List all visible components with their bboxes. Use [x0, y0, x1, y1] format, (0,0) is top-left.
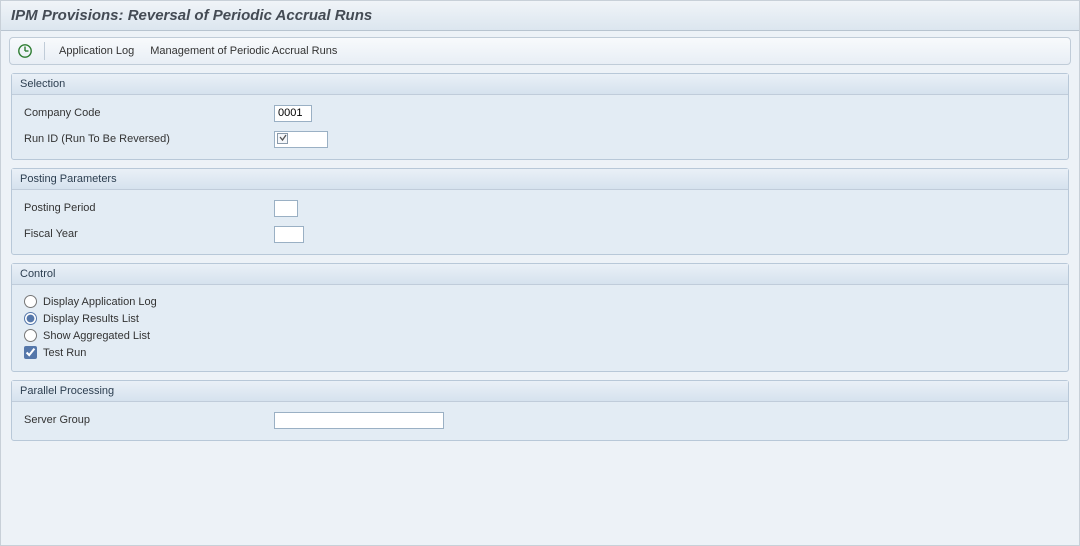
display-results-radio[interactable]: [24, 312, 37, 325]
fiscal-year-label: Fiscal Year: [24, 228, 274, 240]
server-group-input[interactable]: [274, 412, 444, 429]
fiscal-year-input[interactable]: [274, 226, 304, 243]
server-group-label: Server Group: [24, 414, 274, 426]
test-run-label[interactable]: Test Run: [43, 347, 86, 359]
company-code-input[interactable]: [274, 105, 312, 122]
value-help-icon[interactable]: [277, 133, 288, 144]
group-control: Control Display Application Log Display …: [11, 263, 1069, 372]
show-aggregated-label[interactable]: Show Aggregated List: [43, 330, 150, 342]
display-app-log-label[interactable]: Display Application Log: [43, 296, 157, 308]
show-aggregated-radio[interactable]: [24, 329, 37, 342]
display-results-label[interactable]: Display Results List: [43, 313, 139, 325]
test-run-checkbox[interactable]: [24, 346, 37, 359]
group-title-posting: Posting Parameters: [12, 169, 1068, 190]
group-selection: Selection Company Code Run ID (Run To Be…: [11, 73, 1069, 160]
content-area: Selection Company Code Run ID (Run To Be…: [1, 73, 1079, 441]
management-runs-button[interactable]: Management of Periodic Accrual Runs: [144, 43, 343, 59]
group-parallel-processing: Parallel Processing Server Group: [11, 380, 1069, 441]
group-title-parallel: Parallel Processing: [12, 381, 1068, 402]
group-posting-parameters: Posting Parameters Posting Period Fiscal…: [11, 168, 1069, 255]
execute-icon[interactable]: [16, 42, 34, 60]
application-log-button[interactable]: Application Log: [53, 43, 140, 59]
posting-period-input[interactable]: [274, 200, 298, 217]
company-code-label: Company Code: [24, 107, 274, 119]
group-title-control: Control: [12, 264, 1068, 285]
run-id-label: Run ID (Run To Be Reversed): [24, 133, 274, 145]
page-title: IPM Provisions: Reversal of Periodic Acc…: [1, 1, 1079, 31]
toolbar-separator: [44, 42, 45, 60]
posting-period-label: Posting Period: [24, 202, 274, 214]
application-toolbar: Application Log Management of Periodic A…: [9, 37, 1071, 65]
group-title-selection: Selection: [12, 74, 1068, 95]
display-app-log-radio[interactable]: [24, 295, 37, 308]
